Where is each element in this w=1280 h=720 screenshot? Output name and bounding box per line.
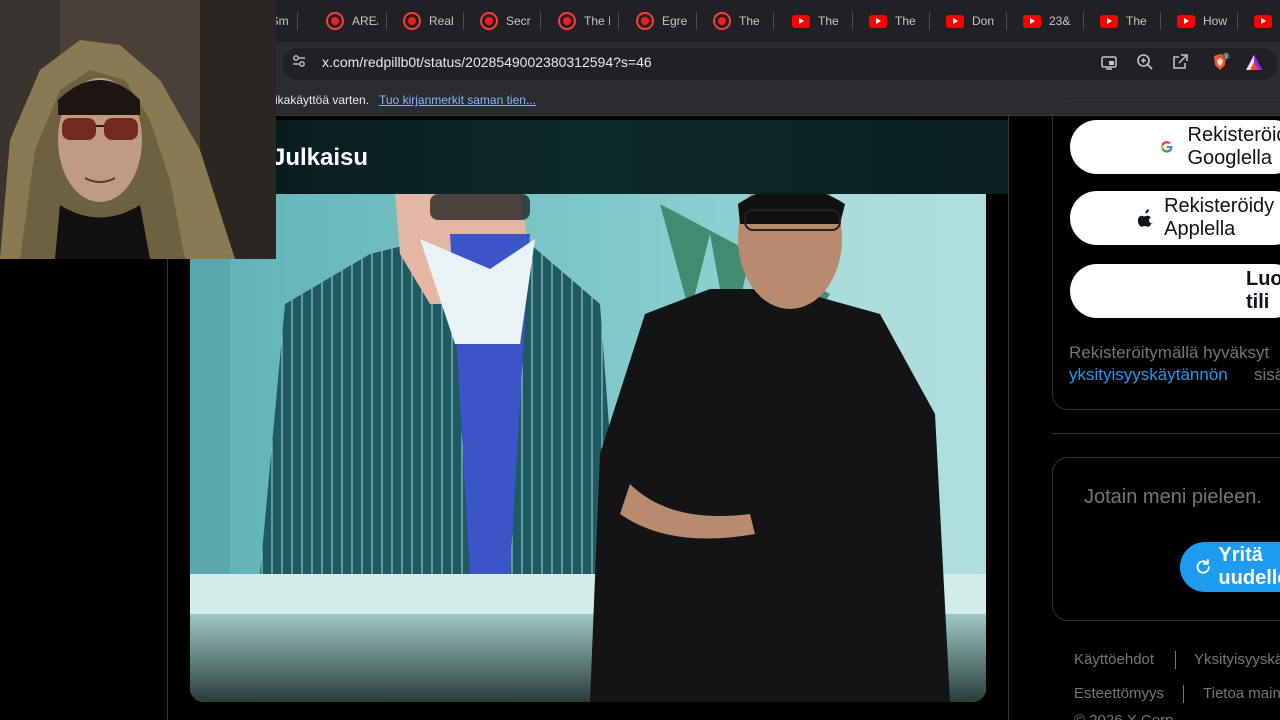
browser-tab[interactable]: The <box>1100 8 1172 34</box>
site-settings-icon[interactable] <box>292 54 306 68</box>
youtube-icon <box>869 14 887 28</box>
error-card <box>1052 457 1280 621</box>
refresh-icon <box>1196 558 1210 574</box>
youtube-icon <box>946 14 964 28</box>
create-account-button[interactable]: Luo tili <box>1070 264 1280 318</box>
youtube-icon <box>1177 14 1195 28</box>
zoom-icon[interactable] <box>1136 53 1154 71</box>
bookmark-bar-text: ikakäyttöä varten. <box>275 93 370 107</box>
tab-separator <box>386 12 387 30</box>
tab-separator <box>773 12 774 30</box>
browser-tab[interactable]: AREA <box>326 8 398 34</box>
tab-title: 23& <box>1049 14 1071 28</box>
browser-tab[interactable]: 23& <box>1023 8 1095 34</box>
section-divider <box>1052 433 1280 434</box>
browser-tab[interactable]: Egre <box>636 8 708 34</box>
browser-tab[interactable] <box>1254 8 1280 34</box>
tab-separator <box>696 12 697 30</box>
youtube-icon <box>1254 14 1272 28</box>
browser-tab[interactable]: The I <box>558 8 630 34</box>
terms-text-continued: sisä <box>1254 365 1280 384</box>
tab-separator <box>1006 12 1007 30</box>
webcam-image <box>0 0 276 259</box>
browser-tab[interactable]: How <box>1177 8 1249 34</box>
tab-title: Real <box>429 14 454 28</box>
apple-signup-label: Rekisteröidy Applella <box>1164 195 1275 240</box>
tab-title: Egre <box>662 14 688 28</box>
tab-title: How <box>1203 14 1228 28</box>
google-signup-button[interactable]: Rekisteröidy Googlella <box>1070 120 1280 174</box>
shield-badge-count: 1 <box>1225 54 1228 60</box>
google-signup-label: Rekisteröidy Googlella <box>1187 124 1280 169</box>
browser-tab[interactable]: Real <box>403 8 475 34</box>
import-bookmarks-link[interactable]: Tuo kirjanmerkit saman tien... <box>379 93 536 107</box>
youtube-icon <box>1100 14 1118 28</box>
browser-tab[interactable]: The <box>713 8 785 34</box>
youtube-icon <box>792 14 810 28</box>
footer-link-ads-info[interactable]: Tietoa mainoksista <box>1203 685 1280 702</box>
privacy-policy-link[interactable]: yksityisyyskäytännön <box>1069 365 1228 385</box>
tab-separator <box>540 12 541 30</box>
apple-signup-button[interactable]: Rekisteröidy Applella <box>1070 191 1280 245</box>
browser-tab[interactable]: Don <box>946 8 1018 34</box>
footer-copyright: © 2026 X Corp. <box>1074 712 1178 720</box>
tab-title: The <box>895 14 916 28</box>
browser-tab[interactable]: The <box>792 8 864 34</box>
youtube-icon <box>1023 14 1041 28</box>
tab-title: The <box>739 14 760 28</box>
brave-rewards-icon[interactable] <box>1244 53 1264 73</box>
tab-title: AREA <box>352 14 378 28</box>
share-icon[interactable] <box>1171 53 1189 71</box>
tab-separator <box>1237 12 1238 30</box>
tab-title: Don <box>972 14 995 28</box>
page-title: Julkaisu <box>272 144 369 171</box>
tab-title: Secr <box>506 14 531 28</box>
webcam-overlay <box>0 0 276 259</box>
tab-separator <box>463 12 464 30</box>
footer-separator <box>1175 651 1176 669</box>
google-icon <box>1160 141 1173 153</box>
browser-tab[interactable]: Secr <box>480 8 552 34</box>
post-video[interactable] <box>190 194 986 702</box>
create-account-label: Luo tili <box>1246 268 1280 313</box>
browser-tab[interactable]: The <box>869 8 941 34</box>
youtube-circle-icon <box>480 12 498 30</box>
terms-text: Rekisteröitymällä hyväksyt <box>1069 343 1270 362</box>
youtube-circle-icon <box>713 12 731 30</box>
brave-shield-icon[interactable]: 1 <box>1210 52 1230 72</box>
tab-separator <box>1160 12 1161 30</box>
tab-title: The I <box>584 14 610 28</box>
tab-separator <box>618 12 619 30</box>
tab-title: The <box>818 14 839 28</box>
tab-separator <box>1083 12 1084 30</box>
retry-label: Yritä uudelleen <box>1218 544 1280 589</box>
youtube-circle-icon <box>558 12 576 30</box>
url-text[interactable]: x.com/redpillb0t/status/2028549002380312… <box>322 54 652 70</box>
tab-separator <box>852 12 853 30</box>
error-message: Jotain meni pieleen. <box>1084 486 1262 508</box>
youtube-circle-icon <box>403 12 421 30</box>
tab-separator <box>296 12 298 30</box>
footer-link-privacy[interactable]: Yksityisyyskäytäntö <box>1194 651 1280 668</box>
tab-separator <box>929 12 930 30</box>
footer-separator <box>1183 685 1184 703</box>
cast-icon[interactable] <box>1100 53 1118 71</box>
youtube-circle-icon <box>326 12 344 30</box>
footer-link-terms[interactable]: Käyttöehdot <box>1074 651 1154 668</box>
footer-link-accessibility[interactable]: Esteettömyys <box>1074 685 1164 702</box>
column-divider <box>1008 116 1009 720</box>
tab-title: The <box>1126 14 1147 28</box>
youtube-circle-icon <box>636 12 654 30</box>
video-frame-image <box>190 194 986 702</box>
retry-button[interactable]: Yritä uudelleen <box>1180 542 1280 592</box>
apple-icon <box>1138 209 1153 227</box>
